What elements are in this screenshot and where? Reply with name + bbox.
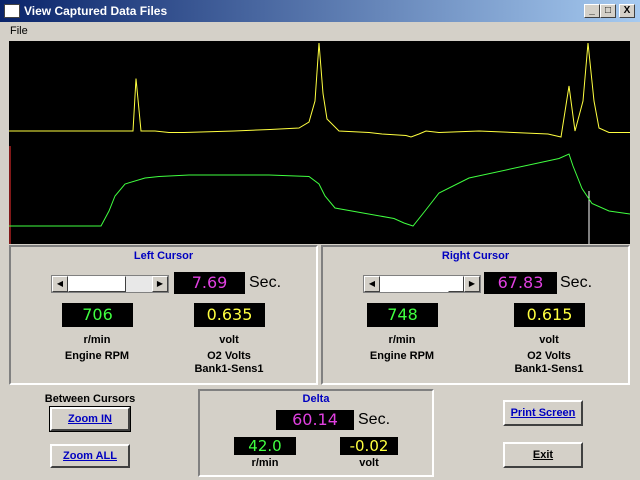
left-cursor-scrollbar[interactable]: ◀ ▶ xyxy=(51,275,169,293)
window-title: View Captured Data Files xyxy=(24,4,168,18)
left-cursor-rpm-unit: r/min xyxy=(83,334,111,346)
right-cursor-panel: Right Cursor ◀ ▶ 67.83 Sec. 748 0.615 r/… xyxy=(321,245,630,385)
delta-rpm-unit: r/min xyxy=(251,457,279,469)
left-cursor-o2-unit: volt xyxy=(219,334,239,346)
app-icon xyxy=(4,4,20,18)
delta-time-unit: Sec. xyxy=(358,411,391,428)
delta-time: 60.14 xyxy=(276,410,354,430)
right-cursor-o2-sensor: Bank1-Sens1 xyxy=(514,363,584,375)
minimize-button[interactable]: _ xyxy=(584,4,600,18)
scroll-right-arrow-icon[interactable]: ▶ xyxy=(152,276,168,292)
left-cursor-rpm-value: 706 xyxy=(62,303,133,327)
right-cursor-scrollbar[interactable]: ◀ ▶ xyxy=(363,275,481,293)
right-cursor-o2-name: O2 Volts xyxy=(527,350,571,362)
print-screen-button[interactable]: Print Screen xyxy=(503,400,583,426)
left-cursor-o2-sensor: Bank1-Sens1 xyxy=(194,363,264,375)
scroll-thumb[interactable] xyxy=(68,276,126,292)
right-cursor-time: 67.83 xyxy=(484,272,557,294)
scroll-thumb[interactable] xyxy=(448,276,464,292)
delta-o2-unit: volt xyxy=(359,457,379,469)
left-cursor-o2-value: 0.635 xyxy=(194,303,265,327)
right-cursor-o2-value: 0.615 xyxy=(514,303,585,327)
left-cursor-time: 7.69 xyxy=(174,272,245,294)
close-button[interactable]: X xyxy=(619,4,635,18)
series-line-1 xyxy=(9,153,630,227)
maximize-button[interactable]: □ xyxy=(600,4,616,18)
delta-rpm-value: 42.0 xyxy=(234,437,296,455)
series-line-0 xyxy=(9,42,630,138)
delta-panel: Delta 60.14 Sec. 42.0 -0.02 r/min volt xyxy=(198,389,434,477)
right-cursor-title: Right Cursor xyxy=(441,250,510,262)
left-cursor-panel: Left Cursor ◀ ▶ 7.69 Sec. 706 0.635 r/mi… xyxy=(9,245,318,385)
left-cursor-o2-name: O2 Volts xyxy=(207,350,251,362)
left-cursor-time-unit: Sec. xyxy=(249,274,282,291)
scroll-left-arrow-icon[interactable]: ◀ xyxy=(52,276,68,292)
scroll-left-arrow-icon[interactable]: ◀ xyxy=(364,276,380,292)
between-cursors-label: Between Cursors xyxy=(44,393,136,405)
scroll-right-arrow-icon[interactable]: ▶ xyxy=(464,276,480,292)
zoom-all-button[interactable]: Zoom ALL xyxy=(50,444,130,468)
delta-o2-value: -0.02 xyxy=(340,437,398,455)
data-plot[interactable] xyxy=(9,41,630,244)
right-cursor-rpm-value: 748 xyxy=(367,303,438,327)
right-cursor-rpm-unit: r/min xyxy=(388,334,416,346)
exit-button[interactable]: Exit xyxy=(503,442,583,468)
left-cursor-rpm-name: Engine RPM xyxy=(64,350,130,362)
right-cursor-o2-unit: volt xyxy=(539,334,559,346)
delta-title: Delta xyxy=(302,393,330,405)
zoom-in-button[interactable]: Zoom IN xyxy=(49,406,131,432)
menu-file[interactable]: File xyxy=(10,25,28,37)
scroll-track[interactable] xyxy=(380,276,448,292)
right-cursor-rpm-name: Engine RPM xyxy=(369,350,435,362)
left-cursor-title: Left Cursor xyxy=(133,250,194,262)
right-cursor-time-unit: Sec. xyxy=(560,274,593,291)
